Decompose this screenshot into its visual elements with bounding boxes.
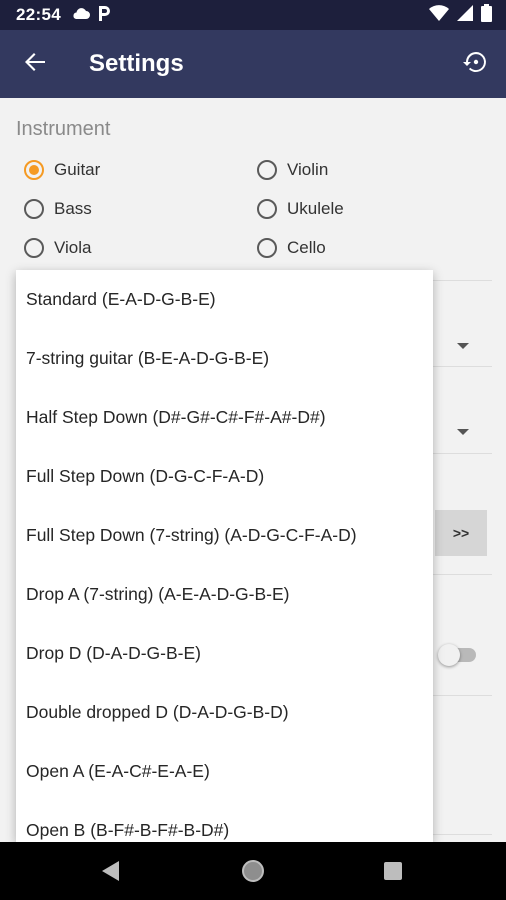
radio-label: Viola (54, 238, 92, 257)
more-button[interactable]: >> (435, 510, 487, 556)
wifi-icon (429, 4, 449, 26)
tuning-option[interactable]: Full Step Down (7-string) (A-D-G-C-F-A-D… (16, 506, 433, 565)
parking-p-icon (97, 4, 111, 27)
radio-viola[interactable]: Viola (24, 238, 92, 258)
tuning-dropdown-menu: Standard (E-A-D-G-B-E) 7-string guitar (… (16, 270, 433, 842)
back-button[interactable] (20, 49, 50, 79)
home-circle-icon (241, 859, 265, 888)
restore-icon (462, 50, 488, 79)
dropdown-arrow-icon[interactable] (457, 429, 469, 435)
status-bar: 22:54 (0, 0, 506, 30)
dropdown-arrow-icon[interactable] (457, 343, 469, 349)
recents-square-icon (383, 861, 403, 886)
battery-icon (481, 3, 492, 27)
tuning-option[interactable]: Drop A (7-string) (A-E-A-D-G-B-E) (16, 565, 433, 624)
system-navigation-bar (0, 842, 506, 900)
nav-home-button[interactable] (241, 859, 265, 888)
tuning-option[interactable]: Full Step Down (D-G-C-F-A-D) (16, 447, 433, 506)
toggle-switch[interactable] (438, 644, 478, 666)
radio-guitar[interactable]: Guitar (24, 160, 100, 180)
radio-label: Cello (287, 238, 326, 257)
app-bar: Settings (0, 30, 506, 98)
radio-label: Guitar (54, 160, 101, 179)
instrument-section-title: Instrument (16, 118, 111, 140)
tuning-option[interactable]: Double dropped D (D-A-D-G-B-D) (16, 683, 433, 742)
arrow-left-icon (24, 51, 46, 78)
radio-unselected-icon (257, 160, 277, 180)
radio-label: Bass (54, 199, 92, 218)
tuning-option[interactable]: Standard (E-A-D-G-B-E) (16, 270, 433, 329)
radio-bass[interactable]: Bass (24, 199, 92, 219)
page-title: Settings (89, 50, 184, 77)
switch-thumb (438, 644, 460, 666)
radio-unselected-icon (257, 199, 277, 219)
status-time: 22:54 (16, 5, 61, 24)
nav-back-button[interactable] (101, 860, 121, 887)
back-triangle-icon (101, 860, 121, 887)
tuning-option[interactable]: Half Step Down (D#-G#-C#-F#-A#-D#) (16, 388, 433, 447)
tuning-option[interactable]: Open A (E-A-C#-E-A-E) (16, 742, 433, 801)
tuning-option[interactable]: Open B (B-F#-B-F#-B-D#) (16, 801, 433, 842)
radio-ukulele[interactable]: Ukulele (257, 199, 344, 219)
nav-recents-button[interactable] (383, 861, 403, 886)
reset-settings-button[interactable] (460, 49, 490, 79)
radio-selected-icon (24, 160, 44, 180)
radio-unselected-icon (257, 238, 277, 258)
cloud-icon (71, 5, 91, 25)
radio-label: Violin (287, 160, 329, 179)
tuning-option[interactable]: 7-string guitar (B-E-A-D-G-B-E) (16, 329, 433, 388)
radio-unselected-icon (24, 238, 44, 258)
radio-label: Ukulele (287, 199, 344, 218)
radio-cello[interactable]: Cello (257, 238, 326, 258)
radio-violin[interactable]: Violin (257, 160, 328, 180)
tuning-option[interactable]: Drop D (D-A-D-G-B-E) (16, 624, 433, 683)
radio-unselected-icon (24, 199, 44, 219)
signal-icon (457, 4, 473, 26)
